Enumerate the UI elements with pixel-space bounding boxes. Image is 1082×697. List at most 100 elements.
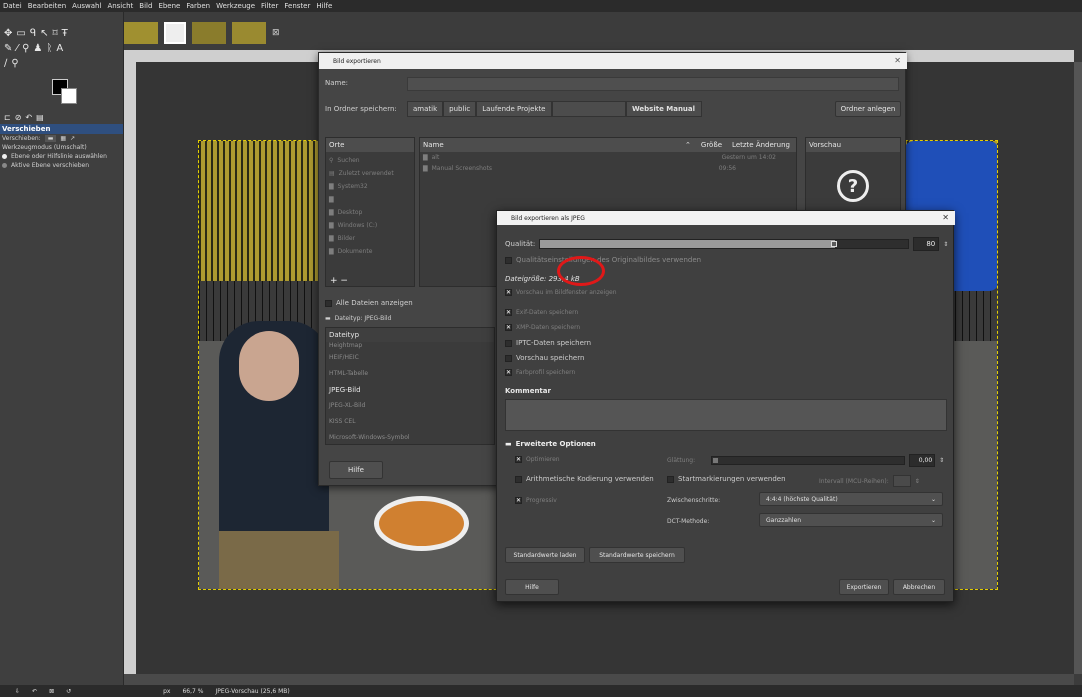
zoom-select[interactable]: 66,7 % xyxy=(182,688,203,695)
exif-checkbox[interactable]: ✕ xyxy=(505,309,512,316)
add-icon[interactable]: + xyxy=(330,276,338,286)
place-item[interactable]: ▇ xyxy=(329,193,411,206)
place-item[interactable]: ▇ Desktop xyxy=(329,206,411,219)
delete-icon[interactable]: ⊠ xyxy=(49,688,54,695)
brush-icon[interactable]: ⁄ xyxy=(16,43,18,54)
menu-image[interactable]: Bild xyxy=(139,2,152,10)
tool-option-radio[interactable]: Aktive Ebene verschieben xyxy=(0,161,123,170)
undo-icon[interactable]: ↶ xyxy=(32,688,37,695)
color-swatches[interactable] xyxy=(52,79,80,105)
move-tool-icon[interactable]: ✥ xyxy=(4,28,12,39)
save-defaults-button[interactable]: Standardwerte speichern xyxy=(589,547,685,563)
zoom-icon[interactable]: ⚲ xyxy=(11,58,18,69)
iptc-checkbox[interactable] xyxy=(505,339,512,347)
file-row[interactable]: ▇ alt Gestern um 14:02 xyxy=(420,152,796,161)
close-icon[interactable]: ⊠ xyxy=(272,28,280,38)
interval-input[interactable] xyxy=(892,475,911,487)
background-color[interactable] xyxy=(61,88,77,104)
quality-value[interactable]: 80 xyxy=(913,237,940,251)
dodge-icon[interactable]: ᚱ xyxy=(46,43,52,54)
menu-layer[interactable]: Ebene xyxy=(158,2,180,10)
spinner-icon[interactable]: ⇕ xyxy=(939,457,944,464)
image-tab-thumb[interactable] xyxy=(232,22,266,44)
filetype-item[interactable]: Heightmap xyxy=(329,342,491,350)
image-tab-thumb[interactable] xyxy=(192,22,226,44)
reset-icon[interactable]: ↺ xyxy=(66,688,71,695)
xmp-checkbox[interactable]: ✕ xyxy=(505,324,512,331)
show-all-checkbox[interactable] xyxy=(325,299,332,307)
comment-textarea[interactable] xyxy=(505,399,947,431)
file-row[interactable]: ▇ Manual Screenshots 09:56 xyxy=(420,161,796,172)
menu-filters[interactable]: Filter xyxy=(261,2,278,10)
filetype-item[interactable]: HEIF/HEIC xyxy=(329,350,491,366)
help-button[interactable]: Hilfe xyxy=(329,461,383,479)
unit-select[interactable]: px xyxy=(163,688,170,695)
filetype-item-selected[interactable]: JPEG-Bild xyxy=(329,382,491,398)
horizontal-scrollbar[interactable] xyxy=(124,674,1074,685)
thumb-checkbox[interactable] xyxy=(505,354,512,362)
filename-input[interactable] xyxy=(407,77,899,91)
paint-icon[interactable]: ✎ xyxy=(4,43,12,54)
radio-icon[interactable] xyxy=(2,154,7,159)
orig-quality-checkbox[interactable] xyxy=(505,256,512,264)
measure-icon[interactable]: ∕ xyxy=(4,58,7,69)
smoothing-slider-handle[interactable] xyxy=(713,458,719,463)
restart-row[interactable]: Startmarkierungen verwenden xyxy=(667,475,786,483)
progressive-row[interactable]: ✕ Progressiv xyxy=(515,497,557,504)
profile-row[interactable]: ✕ Farbprofil speichern xyxy=(505,369,575,376)
smoothing-slider[interactable] xyxy=(711,456,906,465)
place-item[interactable]: ▇ Dokumente xyxy=(329,245,411,258)
show-all-row[interactable]: Alle Dateien anzeigen xyxy=(325,299,413,307)
filetype-item[interactable]: JPEG-XL-Bild xyxy=(329,398,491,414)
iptc-row[interactable]: IPTC-Daten speichern xyxy=(505,339,591,347)
optimize-checkbox[interactable]: ✕ xyxy=(515,456,522,463)
menu-view[interactable]: Ansicht xyxy=(107,2,133,10)
restart-checkbox[interactable] xyxy=(667,475,674,483)
menu-colors[interactable]: Farben xyxy=(186,2,210,10)
menu-windows[interactable]: Fenster xyxy=(284,2,310,10)
orig-quality-row[interactable]: Qualitätseinstellungen des Originalbilde… xyxy=(505,256,701,264)
undo-history-icon[interactable]: ↶ xyxy=(25,113,32,122)
help-button[interactable]: Hilfe xyxy=(505,579,559,595)
preview-row[interactable]: ✕ Vorschau im Bildfenster anzeigen xyxy=(505,289,617,296)
crumb[interactable]: public xyxy=(443,101,477,117)
export-button[interactable]: Exportieren xyxy=(839,579,889,595)
arith-row[interactable]: Arithmetische Kodierung verwenden xyxy=(515,475,654,483)
col-size[interactable]: Größe xyxy=(701,141,722,149)
crumb[interactable] xyxy=(551,101,626,117)
thumb-row[interactable]: Vorschau speichern xyxy=(505,354,584,362)
image-tab-thumb[interactable] xyxy=(164,22,186,44)
advanced-toggle[interactable]: ▬ Erweiterte Optionen xyxy=(505,440,596,448)
crumb[interactable]: Laufende Projekte xyxy=(476,101,552,117)
images-tab-icon[interactable]: ▤ xyxy=(36,113,44,122)
preview-checkbox[interactable]: ✕ xyxy=(505,289,512,296)
export-icon[interactable]: ⇩ xyxy=(15,688,20,695)
menu-tools[interactable]: Werkzeuge xyxy=(216,2,255,10)
col-name[interactable]: Name xyxy=(423,141,444,149)
create-folder-button[interactable]: Ordner anlegen xyxy=(835,101,901,117)
quality-slider-handle[interactable] xyxy=(830,241,837,247)
arith-checkbox[interactable] xyxy=(515,475,522,483)
filetype-item[interactable]: HTML-Tabelle xyxy=(329,366,491,382)
col-modified[interactable]: Letzte Änderung xyxy=(732,141,790,149)
smudge-icon[interactable]: ♟ xyxy=(33,43,42,54)
menu-edit[interactable]: Bearbeiten xyxy=(28,2,66,10)
profile-checkbox[interactable]: ✕ xyxy=(505,369,512,376)
clone-icon[interactable]: ⚲ xyxy=(22,43,29,54)
quality-slider[interactable] xyxy=(539,239,910,249)
tool-option-radio[interactable]: Ebene oder Hilfslinie auswählen xyxy=(0,152,123,161)
subsampling-dropdown[interactable]: 4:4:4 (höchste Qualität) ⌄ xyxy=(759,492,943,506)
cancel-button[interactable]: Abbrechen xyxy=(893,579,945,595)
place-item[interactable]: ▇ System32 xyxy=(329,180,411,193)
text-icon[interactable]: A xyxy=(56,43,63,54)
path-icon[interactable]: ↖ xyxy=(40,28,48,39)
layer-mode-icon[interactable]: ▬ xyxy=(44,135,57,142)
radio-icon[interactable] xyxy=(2,163,7,168)
path-mode-icon[interactable]: ↗ xyxy=(70,135,75,142)
crumb-current[interactable]: Website Manual xyxy=(625,101,702,117)
image-tab-thumb[interactable] xyxy=(124,22,158,44)
device-status-icon[interactable]: ⊘ xyxy=(15,113,22,122)
filetype-toggle[interactable]: ▬ Dateityp: JPEG-Bild xyxy=(325,315,391,322)
progressive-checkbox[interactable]: ✕ xyxy=(515,497,522,504)
exif-row[interactable]: ✕ Exif-Daten speichern xyxy=(505,309,578,316)
